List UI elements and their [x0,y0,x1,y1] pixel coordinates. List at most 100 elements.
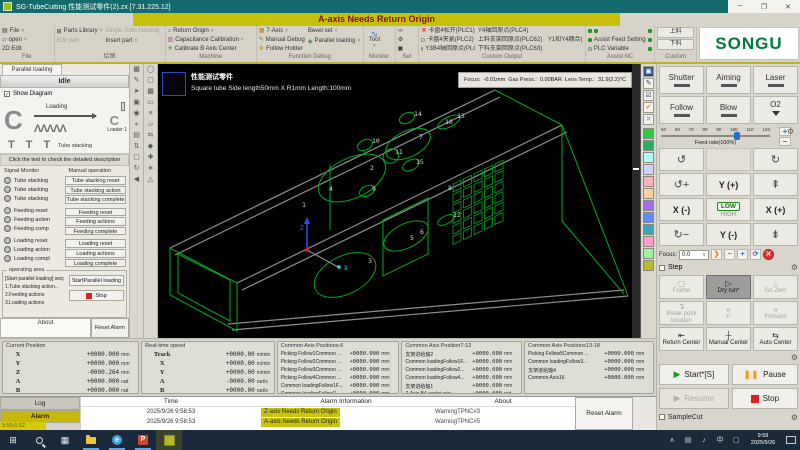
manual-operation-button[interactable]: Loading actions [65,249,126,258]
break-point-button[interactable]: ↴Break point location [659,301,704,325]
parts-library-button[interactable]: ⊞Parts Library˅ [57,27,103,36]
color-swatch[interactable] [643,260,654,271]
tool-icon[interactable]: ◯ [147,66,155,74]
aiming-button[interactable]: Aiming [706,66,751,94]
edge-browser-icon[interactable]: e [104,430,130,450]
tool-icon[interactable]: ✎ [134,77,140,85]
resume-button[interactable]: ▶Resume [659,388,729,409]
tool-icon[interactable]: ◆ [148,143,153,151]
seven-axis-button[interactable]: ▦7-Axis˅ [259,27,305,35]
manual-operation-button[interactable]: Feeding actions [65,217,126,226]
y-minus-button[interactable]: Y (-) [706,223,751,246]
plc63-button[interactable]: 下料支架回原点(PLC63) [478,45,583,53]
tool-icon[interactable]: ⇅ [134,143,140,151]
color-swatch[interactable] [643,224,654,235]
color-swatch[interactable] [643,176,654,187]
focus-cancel-icon[interactable]: ✕ [763,249,774,260]
manual-operation-button[interactable]: Tube stacking complete [65,195,126,204]
feed-minus-button[interactable]: − [779,137,791,146]
file-menu-button[interactable]: ▤File˅ [2,27,27,35]
manual-center-button[interactable]: ┼Manual Center [706,327,751,351]
start-button[interactable]: ▶Start*[S] [659,364,729,385]
x-minus-button[interactable]: X (-) [659,198,704,221]
y-backward-button[interactable]: «Y- [706,301,751,325]
message-icon[interactable]: ▢ [729,436,743,444]
unload-button[interactable]: 下料 [657,39,694,50]
tab-about[interactable]: About [0,318,91,338]
plc3-button[interactable]: Y3B4轴回原点(PLC3) [421,45,474,53]
gear-icon[interactable]: ⚙ [791,263,798,272]
tool-icon[interactable]: ≡ [148,110,152,118]
dry-run-button[interactable]: ▷Dry run* [706,275,751,299]
assist-feed-setting-button[interactable]: Assist Feed Setting [588,36,652,44]
z-up-button[interactable]: ⇞ [753,173,798,196]
tool-icon[interactable]: ▢ [147,77,154,85]
tool-icon[interactable]: ▣ [133,99,140,107]
focus-value-select[interactable]: 0.0∨ [679,250,709,260]
blow-button[interactable]: Blow [706,96,751,124]
alarm-row[interactable]: 2025/9/26 9:58:53 Z-axis Needs Return Or… [81,407,575,417]
gear-icon[interactable]: ⚙ [791,353,798,363]
tool-icon[interactable]: ⇆ [148,132,154,140]
gear-icon[interactable]: ⚙ [398,36,403,44]
manual-operation-button[interactable]: Tube stacking action [65,186,126,195]
focus-plus-button[interactable]: + [737,249,748,260]
z-down-button[interactable]: ⇟ [753,223,798,246]
feed-rate-slider[interactable] [661,132,770,140]
color-swatch[interactable] [643,200,654,211]
slider-thumb[interactable] [734,132,740,140]
ime-icon[interactable]: 中 [713,435,727,445]
alarm-row[interactable]: 2025/9/26 9:58:53 A-axis Needs Return Or… [81,417,575,427]
color-swatch[interactable] [643,164,654,175]
x-plus-button[interactable]: X (+) [753,198,798,221]
tubecutting-app-icon[interactable] [156,430,182,450]
gear-icon[interactable]: ⚙ [791,413,798,422]
close-button[interactable]: ✕ [776,3,800,11]
tool-icon[interactable]: ✚ [148,154,154,162]
plc64-button[interactable]: Y1和Y4耦合(PLC64) [548,36,583,44]
manual-debug-button[interactable]: ✎Manual Debug [259,36,305,44]
a-plus-button[interactable]: ↺+ [659,173,704,196]
tool-icon[interactable]: ➤ [134,88,140,96]
tool-icon[interactable]: ◀ [134,176,139,184]
canvas-scrollbar[interactable] [632,64,641,338]
return-origin-button[interactable]: ⌂Return Origin˅ [168,27,244,35]
focus-refresh-icon[interactable]: ⟳ [750,249,761,260]
gear-icon[interactable]: ⚙ [787,127,794,136]
tab-log[interactable]: Log [0,397,80,410]
focus-go-button[interactable]: ❯ [711,249,722,260]
calibrate-b-axis-button[interactable]: ✛Calibrate B Axis Center [168,45,244,53]
auto-center-button[interactable]: ⇆Auto Center [753,327,798,351]
tool-button[interactable]: ∿Tool˅ [366,27,383,53]
tool-icon[interactable]: ▩ [147,88,154,96]
parallel-loading-button[interactable]: ◈Parallel loading˅ [308,37,361,46]
capacitance-calibration-button[interactable]: ▥Capacitance Calibration˅ [168,36,244,44]
plc62-button[interactable]: 上料支架回原点(PLC62) [478,36,542,44]
y-plus-button[interactable]: Y (+) [706,173,751,196]
manual-operation-button[interactable]: Loading reset [65,239,126,248]
tool-icon[interactable]: ▦ [133,66,140,74]
edit-part-button[interactable]: Edit part [57,37,103,46]
tool-icon[interactable]: ▤ [133,132,140,140]
color-swatch[interactable] [643,248,654,259]
start-button[interactable]: ⊞ [0,430,26,450]
manual-operation-button[interactable]: Tube stacking reset [65,176,126,185]
search-icon[interactable] [26,430,52,450]
manual-operation-button[interactable]: Feeding reset [65,208,126,217]
tool-icon[interactable]: ⌖ [135,121,139,129]
bevel-set-button[interactable]: Bevel set˅ [308,27,361,36]
step-checkbox[interactable] [659,265,665,271]
samplecut-checkbox[interactable] [659,414,665,420]
cad-viewport[interactable]: 性能测试零件 Square tube Side length50mm X R1m… [158,64,632,338]
laser-button[interactable]: Laser [753,66,798,94]
open-button[interactable]: ▱open˅ [2,36,27,44]
tab-parallel-loading[interactable]: Parallel loading [2,64,62,75]
insert-part-button[interactable]: Insert part˅ [106,37,160,46]
follow-holder-button[interactable]: ❖Follow Holder [259,45,305,53]
notification-center-icon[interactable] [786,436,796,444]
maximize-button[interactable]: ❐ [752,3,776,11]
plc-variable-button[interactable]: PLC Variable [588,45,652,53]
tray-expand-icon[interactable]: ∧ [665,436,679,444]
rotate-a-button[interactable]: ↺ [659,148,704,171]
manual-operation-button[interactable]: Feeding complete [65,227,126,236]
